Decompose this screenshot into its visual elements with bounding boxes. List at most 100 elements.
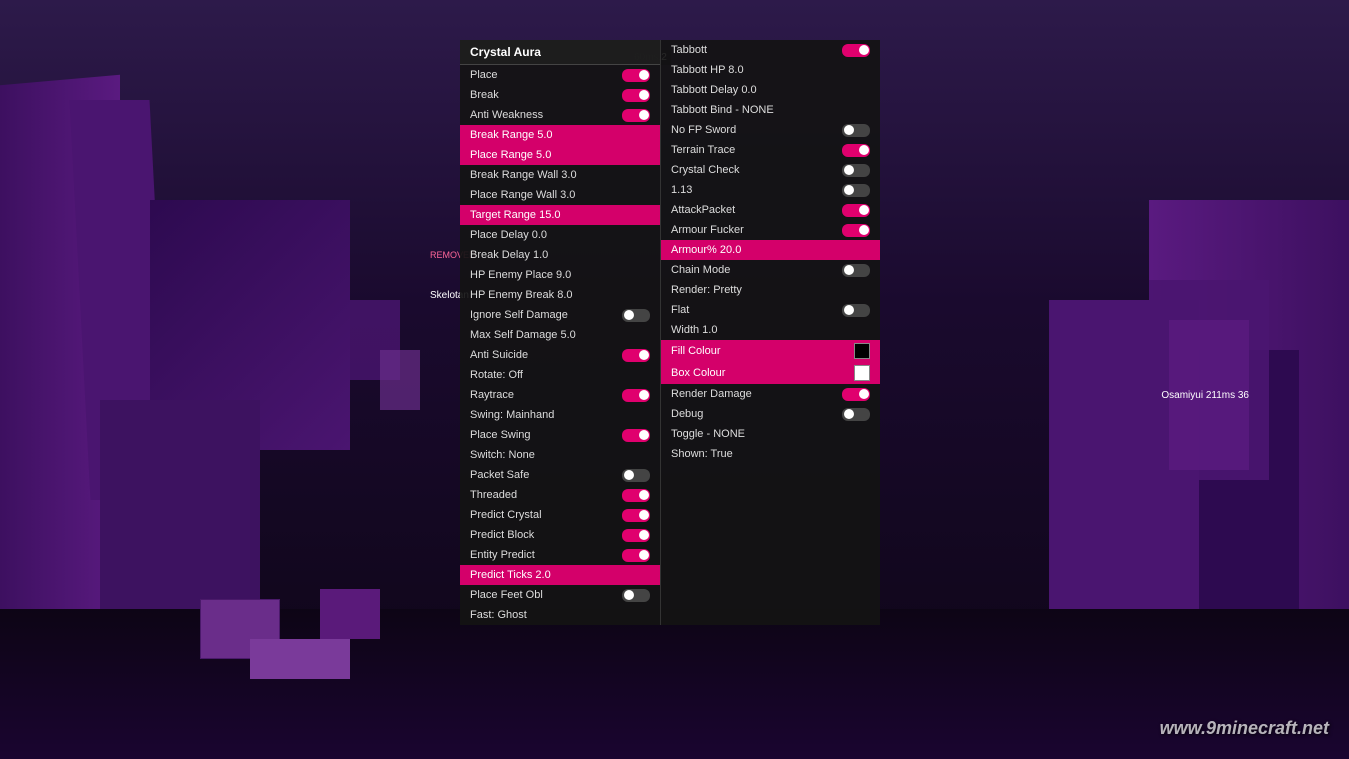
menu-item-label: Shown: True [671, 448, 870, 460]
right-menu-item-8[interactable]: AttackPacket [661, 200, 880, 220]
menu-item-label: No FP Sword [671, 124, 842, 136]
left-menu-item-16[interactable]: Raytrace [460, 385, 660, 405]
left-menu-item-2[interactable]: Anti Weakness [460, 105, 660, 125]
color-swatch-16[interactable] [854, 365, 870, 381]
toggle-right-9[interactable] [842, 224, 870, 237]
right-menu-item-11[interactable]: Chain Mode [661, 260, 880, 280]
toggle-24[interactable] [622, 549, 650, 562]
left-menu-item-0[interactable]: Place [460, 65, 660, 85]
toggle-12[interactable] [622, 309, 650, 322]
left-menu-item-27[interactable]: Fast: Ghost [460, 605, 660, 625]
toggle-right-6[interactable] [842, 164, 870, 177]
menu-item-label: Rotate: Off [470, 369, 650, 381]
left-menu-item-9[interactable]: Break Delay 1.0 [460, 245, 660, 265]
menu-item-label: Fill Colour [671, 345, 854, 357]
menu-item-label: Fast: Ghost [470, 609, 650, 621]
right-menu-item-3[interactable]: Tabbott Bind - NONE [661, 100, 880, 120]
menu-item-label: Armour% 20.0 [671, 244, 870, 256]
right-menu-item-4[interactable]: No FP Sword [661, 120, 880, 140]
right-menu-item-20[interactable]: Shown: True [661, 444, 880, 464]
panel-right: TabbottTabbott HP 8.0Tabbott Delay 0.0Ta… [660, 40, 880, 625]
right-menu-item-12[interactable]: Render: Pretty [661, 280, 880, 300]
menu-item-label: Place Feet Obl [470, 589, 622, 601]
toggle-20[interactable] [622, 469, 650, 482]
left-menu-item-5[interactable]: Break Range Wall 3.0 [460, 165, 660, 185]
menu-item-label: Predict Ticks 2.0 [470, 569, 650, 581]
toggle-right-8[interactable] [842, 204, 870, 217]
menu-item-label: Place Range 5.0 [470, 149, 650, 161]
right-menu-item-10[interactable]: Armour% 20.0 [661, 240, 880, 260]
toggle-right-7[interactable] [842, 184, 870, 197]
toggle-right-0[interactable] [842, 44, 870, 57]
menu-item-label: AttackPacket [671, 204, 842, 216]
right-menu-item-18[interactable]: Debug [661, 404, 880, 424]
menu-item-label: Armour Fucker [671, 224, 842, 236]
left-menu-item-18[interactable]: Place Swing [460, 425, 660, 445]
player3-info: Osamiyui 211ms 36 [1161, 390, 1249, 401]
right-menu-item-19[interactable]: Toggle - NONE [661, 424, 880, 444]
left-menu-item-1[interactable]: Break [460, 85, 660, 105]
left-menu-item-15[interactable]: Rotate: Off [460, 365, 660, 385]
left-menu-item-8[interactable]: Place Delay 0.0 [460, 225, 660, 245]
left-menu-item-23[interactable]: Predict Block [460, 525, 660, 545]
right-menu-item-2[interactable]: Tabbott Delay 0.0 [661, 80, 880, 100]
toggle-right-13[interactable] [842, 304, 870, 317]
menu-item-label: Swing: Mainhand [470, 409, 650, 421]
left-menu-item-14[interactable]: Anti Suicide [460, 345, 660, 365]
toggle-1[interactable] [622, 89, 650, 102]
menu-item-label: Render Damage [671, 388, 842, 400]
left-menu-item-11[interactable]: HP Enemy Break 8.0 [460, 285, 660, 305]
menu-item-label: Place [470, 69, 622, 81]
right-menu-item-17[interactable]: Render Damage [661, 384, 880, 404]
left-menu-item-7[interactable]: Target Range 15.0 [460, 205, 660, 225]
left-menu-item-12[interactable]: Ignore Self Damage [460, 305, 660, 325]
left-menu-item-19[interactable]: Switch: None [460, 445, 660, 465]
menu-item-label: Terrain Trace [671, 144, 842, 156]
right-menu-item-14[interactable]: Width 1.0 [661, 320, 880, 340]
left-menu-item-3[interactable]: Break Range 5.0 [460, 125, 660, 145]
toggle-right-4[interactable] [842, 124, 870, 137]
right-menu-item-7[interactable]: 1.13 [661, 180, 880, 200]
right-menu-item-15[interactable]: Fill Colour [661, 340, 880, 362]
toggle-26[interactable] [622, 589, 650, 602]
left-menu-item-21[interactable]: Threaded [460, 485, 660, 505]
toggle-0[interactable] [622, 69, 650, 82]
menu-item-label: Break [470, 89, 622, 101]
toggle-2[interactable] [622, 109, 650, 122]
left-menu-item-4[interactable]: Place Range 5.0 [460, 145, 660, 165]
menu-item-label: Anti Weakness [470, 109, 622, 121]
right-menu-item-9[interactable]: Armour Fucker [661, 220, 880, 240]
toggle-14[interactable] [622, 349, 650, 362]
watermark: www.9minecraft.net [1160, 718, 1329, 739]
color-swatch-15[interactable] [854, 343, 870, 359]
toggle-23[interactable] [622, 529, 650, 542]
toggle-21[interactable] [622, 489, 650, 502]
menu-item-label: Predict Crystal [470, 509, 622, 521]
left-menu-item-25[interactable]: Predict Ticks 2.0 [460, 565, 660, 585]
toggle-right-17[interactable] [842, 388, 870, 401]
toggle-22[interactable] [622, 509, 650, 522]
right-menu-item-13[interactable]: Flat [661, 300, 880, 320]
right-menu-item-0[interactable]: Tabbott [661, 40, 880, 60]
toggle-18[interactable] [622, 429, 650, 442]
right-menu-item-1[interactable]: Tabbott HP 8.0 [661, 60, 880, 80]
left-menu-item-26[interactable]: Place Feet Obl [460, 585, 660, 605]
toggle-right-18[interactable] [842, 408, 870, 421]
menu-item-label: Anti Suicide [470, 349, 622, 361]
menu-item-label: Flat [671, 304, 842, 316]
left-menu-item-24[interactable]: Entity Predict [460, 545, 660, 565]
left-menu-item-13[interactable]: Max Self Damage 5.0 [460, 325, 660, 345]
menu-item-label: HP Enemy Break 8.0 [470, 289, 650, 301]
right-menu-item-5[interactable]: Terrain Trace [661, 140, 880, 160]
toggle-16[interactable] [622, 389, 650, 402]
left-menu-item-17[interactable]: Swing: Mainhand [460, 405, 660, 425]
menu-item-label: Chain Mode [671, 264, 842, 276]
left-menu-item-6[interactable]: Place Range Wall 3.0 [460, 185, 660, 205]
toggle-right-11[interactable] [842, 264, 870, 277]
left-menu-item-10[interactable]: HP Enemy Place 9.0 [460, 265, 660, 285]
left-menu-item-20[interactable]: Packet Safe [460, 465, 660, 485]
left-menu-item-22[interactable]: Predict Crystal [460, 505, 660, 525]
right-menu-item-6[interactable]: Crystal Check [661, 160, 880, 180]
toggle-right-5[interactable] [842, 144, 870, 157]
right-menu-item-16[interactable]: Box Colour [661, 362, 880, 384]
